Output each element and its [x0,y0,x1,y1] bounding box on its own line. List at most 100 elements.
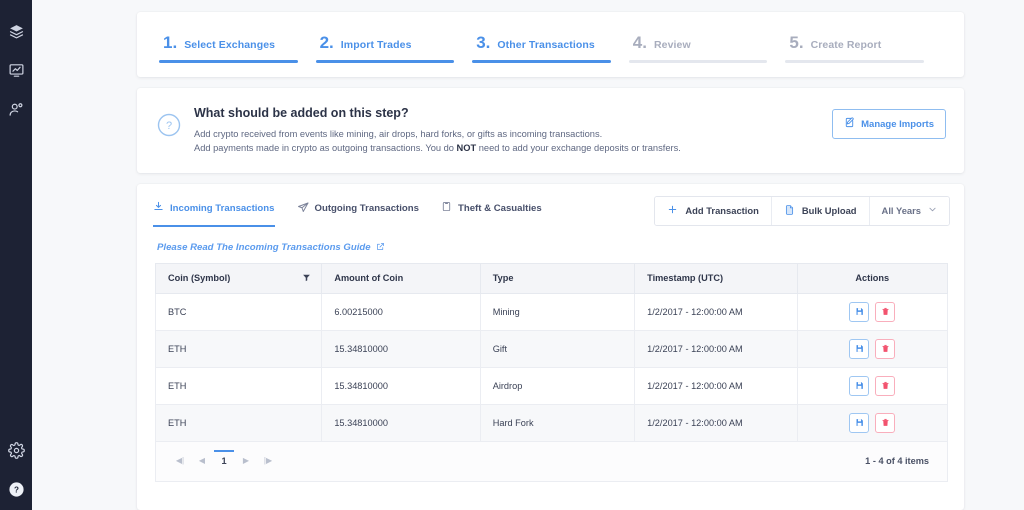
step-label: Select Exchanges [184,39,276,51]
table-row[interactable]: BTC 6.00215000 Mining 1/2/2017 - 12:00:0… [154,293,948,331]
cell-type: Mining [479,293,635,331]
add-transaction-label: Add Transaction [685,205,759,217]
step-label: Import Trades [340,39,412,51]
step-review[interactable]: 4. Review [628,33,786,63]
column-header-label: Actions [855,273,890,284]
delete-row-button[interactable] [875,375,896,396]
cell-timestamp: 1/2/2017 - 12:00:00 AM [634,404,797,442]
step-number: 1. [163,33,178,52]
file-upload-icon [784,204,795,218]
step-import-trades[interactable]: 2. Import Trades [315,33,473,63]
svg-text:?: ? [14,485,19,494]
manage-imports-button[interactable]: Manage Imports [832,109,946,139]
step-label: Other Transactions [497,39,595,51]
info-text-block: What should be added on this step? Add c… [194,105,819,156]
info-not-emphasis: NOT [456,143,477,154]
sidebar-bottom-group: ? [7,441,25,510]
tab-toolbar: Incoming Transactions Outgoing Transacti… [137,184,964,232]
step-underline [785,60,924,63]
prev-page-button[interactable]: ◀ [192,451,212,471]
tab-theft-casualties[interactable]: Theft & Casualties [441,201,542,227]
column-timestamp[interactable]: Timestamp (UTC) [634,262,797,294]
cell-type: Airdrop [479,367,635,405]
cell-actions [796,330,948,368]
help-circle-icon[interactable]: ? [7,480,25,498]
column-header-label: Timestamp (UTC) [647,273,724,284]
step-underline [472,60,611,63]
delete-row-button[interactable] [875,338,896,359]
incoming-transactions-guide-link[interactable]: Please Read The Incoming Transactions Gu… [137,232,964,263]
transactions-table-wrapper: Coin (Symbol) Amount of Coin Type Timest… [137,262,964,482]
table-head: Coin (Symbol) Amount of Coin Type Timest… [154,262,948,294]
user-settings-icon[interactable] [7,100,25,118]
table-row[interactable]: ETH 15.34810000 Airdrop 1/2/2017 - 12:00… [154,367,948,405]
step-number: 4. [632,33,647,52]
next-page-button[interactable]: ▶ [236,451,256,471]
layers-icon[interactable] [7,22,25,40]
step-number: 3. [476,33,491,52]
year-filter-label: All Years [881,205,921,217]
tab-label: Incoming Transactions [170,202,275,214]
column-type[interactable]: Type [479,262,635,294]
save-row-button[interactable] [849,375,870,396]
info-line-2-part-c: need to add your exchange deposits or tr… [476,143,681,154]
column-header-label: Type [492,273,514,284]
step-other-transactions[interactable]: 3. Other Transactions [472,34,629,63]
cell-type: Gift [479,330,635,368]
sidebar-top-group [7,0,25,118]
step-number: 2. [319,33,334,52]
pagination-summary: 1 - 4 of 4 items [865,455,929,466]
tab-incoming-transactions[interactable]: Incoming Transactions [153,201,275,227]
step-underline [315,60,455,63]
cell-coin: ETH [154,367,322,405]
cell-timestamp: 1/2/2017 - 12:00:00 AM [634,367,797,405]
save-row-button[interactable] [849,412,870,433]
tab-outgoing-transactions[interactable]: Outgoing Transactions [297,201,419,227]
table-row[interactable]: ETH 15.34810000 Gift 1/2/2017 - 12:00:00… [154,330,948,368]
app-root: ? 1. Select Exchanges 2. Import Trades 3… [0,0,1024,510]
main-content: 1. Select Exchanges 2. Import Trades 3. [32,0,1024,510]
svg-text:?: ? [166,120,172,132]
column-amount-of-coin[interactable]: Amount of Coin [321,262,481,294]
last-page-button[interactable]: |▶ [258,451,278,471]
add-transaction-button[interactable]: Add Transaction [655,196,772,225]
stepper-card: 1. Select Exchanges 2. Import Trades 3. [137,12,964,77]
download-icon [153,201,164,215]
step-underline [628,60,768,63]
page-number-1[interactable]: 1 [214,449,234,470]
cell-amount: 15.34810000 [321,367,481,405]
step-create-report[interactable]: 5. Create Report [785,34,942,63]
chart-monitor-icon[interactable] [7,61,25,79]
cell-type: Hard Fork [479,404,635,442]
column-coin-symbol[interactable]: Coin (Symbol) [154,262,322,294]
gear-icon[interactable] [7,441,25,459]
table-action-button-group: Add Transaction Bulk Upload All Years [654,195,950,226]
bulk-upload-label: Bulk Upload [801,205,857,217]
transaction-tabs: Incoming Transactions Outgoing Transacti… [153,201,542,227]
first-page-button[interactable]: ◀| [170,451,190,471]
column-header-label: Amount of Coin [334,273,404,284]
year-filter-dropdown[interactable]: All Years [869,196,949,225]
cell-timestamp: 1/2/2017 - 12:00:00 AM [634,293,797,331]
delete-row-button[interactable] [875,301,896,322]
filter-icon[interactable] [302,273,311,284]
tab-label: Theft & Casualties [457,202,542,214]
cell-amount: 15.34810000 [321,404,481,442]
delete-row-button[interactable] [875,412,896,433]
send-icon [297,201,309,216]
table-row[interactable]: ETH 15.34810000 Hard Fork 1/2/2017 - 12:… [154,404,948,442]
save-row-button[interactable] [849,338,870,359]
info-line-2-part-a: Add payments made in crypto as outgoing … [194,143,457,154]
info-line-2: Add payments made in crypto as outgoing … [194,141,819,155]
info-line-1: Add crypto received from events like min… [194,129,603,139]
question-circle-icon: ? [157,113,181,142]
pagination: ◀| ◀ 1 ▶ |▶ 1 - 4 of 4 items [155,441,948,482]
cell-actions [796,293,948,331]
info-panel: ? What should be added on this step? Add… [137,88,964,173]
step-select-exchanges[interactable]: 1. Select Exchanges [159,34,316,63]
save-row-button[interactable] [849,301,870,322]
step-underline [159,60,298,63]
cell-coin: ETH [154,404,322,442]
bulk-upload-button[interactable]: Bulk Upload [771,196,870,225]
column-header-label: Coin (Symbol) [168,273,231,284]
